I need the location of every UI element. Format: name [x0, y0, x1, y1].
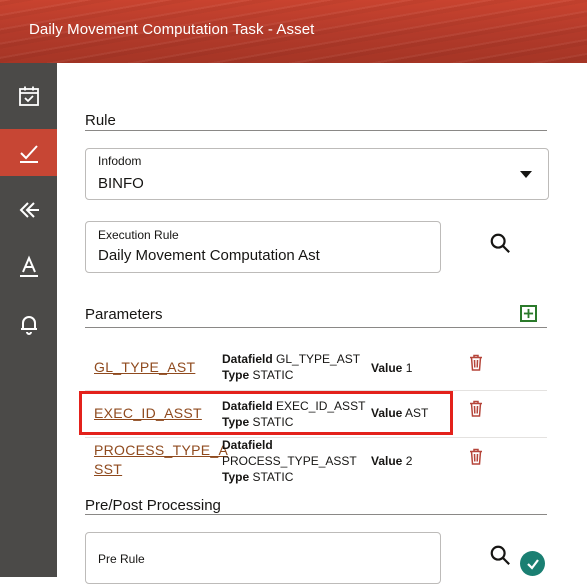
- divider: [85, 514, 547, 515]
- type-label: Type: [222, 368, 249, 382]
- divider: [85, 130, 547, 131]
- value-value: 2: [406, 454, 413, 468]
- parameter-name-line-1: PROCESS_TYPE_A: [94, 442, 228, 458]
- sidebar-item-notifications[interactable]: [0, 300, 57, 347]
- datafield-value: PROCESS_TYPE_ASST: [222, 454, 357, 468]
- pre-rule-search-button[interactable]: [487, 542, 513, 568]
- infodom-label: Infodom: [98, 154, 141, 168]
- execution-rule-value: Daily Movement Computation Ast: [98, 247, 320, 264]
- divider: [85, 327, 547, 328]
- infodom-select[interactable]: Infodom BINFO: [85, 148, 549, 200]
- plus-icon: [523, 308, 534, 319]
- value-label: Value: [371, 361, 402, 375]
- checkmark-icon: [17, 141, 41, 165]
- sidebar-item-tasks[interactable]: [0, 72, 57, 119]
- trash-icon[interactable]: [469, 400, 483, 417]
- search-button[interactable]: [487, 230, 513, 256]
- type-value: STATIC: [252, 470, 293, 484]
- parameter-value: Value 2: [371, 454, 412, 468]
- search-icon: [489, 232, 511, 254]
- app-header: Daily Movement Computation Task - Asset: [0, 0, 587, 63]
- calendar-check-icon: [17, 84, 41, 108]
- infodom-value: BINFO: [98, 175, 144, 192]
- type-label: Type: [222, 470, 249, 484]
- parameter-name-link[interactable]: PROCESS_TYPE_A SST: [94, 441, 228, 479]
- pre-rule-label: Pre Rule: [98, 552, 145, 566]
- parameter-name-link[interactable]: GL_TYPE_AST: [94, 358, 195, 377]
- pre-rule-field[interactable]: Pre Rule: [85, 532, 441, 584]
- type-value: STATIC: [252, 368, 293, 382]
- trash-icon[interactable]: [469, 448, 483, 465]
- parameter-datafield: Datafield GL_TYPE_AST Type STATIC: [222, 351, 360, 383]
- parameter-value: Value 1: [371, 361, 412, 375]
- chevron-down-icon[interactable]: [520, 171, 532, 178]
- status-ok-icon[interactable]: [520, 551, 545, 576]
- datafield-value: GL_TYPE_AST: [276, 352, 360, 366]
- add-parameter-button[interactable]: [520, 305, 537, 322]
- text-format-icon: [17, 255, 41, 279]
- parameter-datafield: Datafield PROCESS_TYPE_ASST Type STATIC: [222, 437, 357, 485]
- value-value: 1: [406, 361, 413, 375]
- double-arrow-left-icon: [17, 198, 41, 222]
- search-icon: [489, 544, 511, 566]
- execution-rule-label: Execution Rule: [98, 228, 179, 242]
- datafield-label: Datafield: [222, 438, 273, 452]
- main-content: Rule Infodom BINFO Execution Rule Daily …: [57, 63, 587, 577]
- sidebar-item-back[interactable]: [0, 186, 57, 233]
- sidebar: [0, 63, 57, 577]
- execution-rule-field[interactable]: Execution Rule Daily Movement Computatio…: [85, 221, 441, 273]
- page-title: Daily Movement Computation Task - Asset: [29, 21, 314, 38]
- value-label: Value: [371, 454, 402, 468]
- trash-icon[interactable]: [469, 354, 483, 371]
- parameter-name-line-2: SST: [94, 461, 122, 477]
- checkmark-icon: [526, 557, 540, 571]
- sidebar-item-format[interactable]: [0, 243, 57, 290]
- section-title-parameters: Parameters: [85, 306, 163, 323]
- section-title-rule: Rule: [85, 112, 116, 129]
- parameter-row: PROCESS_TYPE_A SST Datafield PROCESS_TYP…: [85, 437, 547, 485]
- bell-icon: [17, 312, 41, 336]
- datafield-label: Datafield: [222, 352, 273, 366]
- parameter-row: GL_TYPE_AST Datafield GL_TYPE_AST Type S…: [85, 351, 547, 391]
- section-title-pre-post: Pre/Post Processing: [85, 497, 221, 514]
- highlight-box: [79, 391, 453, 435]
- sidebar-item-rules[interactable]: [0, 129, 57, 176]
